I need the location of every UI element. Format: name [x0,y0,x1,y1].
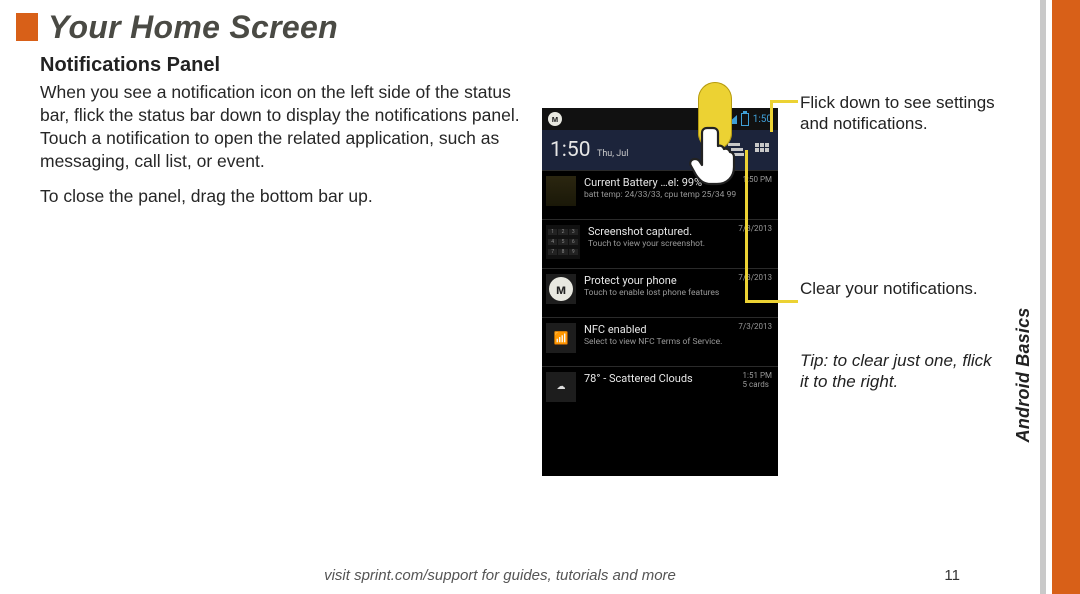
notification-row[interactable]: 📶NFC enabledSelect to view NFC Terms of … [542,317,778,366]
notification-subtitle: Select to view NFC Terms of Service. [584,337,770,347]
notification-subtitle: Touch to view your screenshot. [588,239,770,249]
page-title: Your Home Screen [48,9,338,46]
notification-icon: 📶 [546,323,576,353]
panel-time: 1:50 [550,138,591,162]
notification-subtitle: Touch to enable lost phone features [584,288,770,298]
callout-clear: Clear your notifications. [800,278,1000,299]
settings-icon [754,142,770,158]
panel-date: Thu, Jul [597,149,628,159]
notification-icon: 123456789 [546,225,580,259]
panel-header-left: 1:50 Thu, Jul [550,138,628,162]
section-label: Android Basics [1013,308,1034,443]
body-column: Notifications Panel When you see a notif… [40,54,520,220]
page-footer: visit sprint.com/support for guides, tut… [0,567,1000,584]
notification-timestamp: 7/3/2013 [738,322,772,331]
notification-row[interactable]: ᴍProtect your phoneTouch to enable lost … [542,268,778,317]
notification-timestamp: 1:51 PM 5 cards [743,371,772,389]
notification-row[interactable]: ☁78° - Scattered Clouds1:51 PM 5 cards [542,366,778,415]
body-paragraph-2: To close the panel, drag the bottom bar … [40,185,520,208]
body-paragraph-1: When you see a notification icon on the … [40,81,520,173]
notification-icon: ᴍ [546,274,576,304]
sidebar-accent-orange [1052,0,1080,594]
sidebar-accent-grey [1040,0,1046,594]
subheading: Notifications Panel [40,54,520,77]
manual-page: Android Basics Your Home Screen Notifica… [0,0,1080,594]
swipe-gesture-icon [680,82,750,192]
motorola-logo-icon: ᴍ [548,112,562,126]
notification-timestamp: 7/3/2013 [738,273,772,282]
callout-leader-horz-2 [745,300,798,303]
page-header: Your Home Screen [16,10,338,44]
notification-timestamp: 7/3/2013 [738,224,772,233]
notification-row[interactable]: 123456789Screenshot captured.Touch to vi… [542,219,778,268]
callout-tip: Tip: to clear just one, flick it to the … [800,350,1000,393]
page-header-accent [16,13,38,41]
finger-icon [689,124,741,186]
callout-leader-horz-1 [770,100,798,103]
callout-flick-down: Flick down to see settings and notificat… [800,92,1000,135]
notification-icon: ☁ [546,372,576,402]
page-number: 11 [944,567,960,584]
notification-icon [546,176,576,206]
settings-button[interactable] [754,142,770,158]
callout-leader-vert-1 [770,100,773,132]
footer-text: visit sprint.com/support for guides, tut… [324,567,676,584]
notification-list: Current Battery …el: 99%batt temp: 24/33… [542,170,778,415]
